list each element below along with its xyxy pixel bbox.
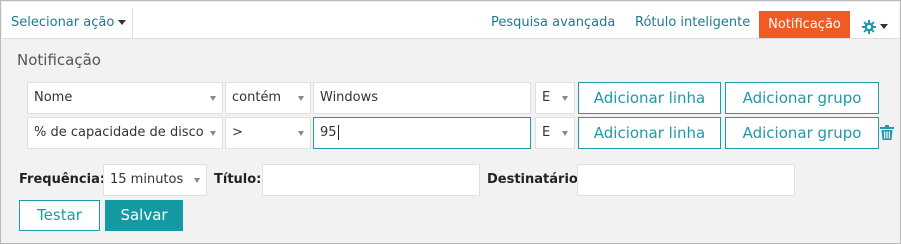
rule-1-conjunction-value: E — [542, 90, 551, 105]
rule-1-conjunction-select[interactable]: E — [535, 82, 575, 114]
tab-notification[interactable]: Notificação — [759, 11, 850, 38]
toolbar-divider — [132, 8, 133, 38]
caret-down-icon — [118, 20, 127, 25]
rule-2-conjunction-select[interactable]: E — [535, 117, 575, 149]
rule-1-value-input[interactable]: Windows — [313, 82, 531, 114]
add-group-button[interactable]: Adicionar grupo — [725, 117, 879, 149]
chevron-down-icon — [298, 131, 304, 136]
rule-2-operator-value: > — [232, 125, 243, 140]
rule-2-field-select[interactable]: % de capacidade de disco — [27, 117, 223, 149]
tab-advanced-search[interactable]: Pesquisa avançada — [491, 15, 615, 30]
frequency-value: 15 minutos — [110, 172, 184, 187]
delete-row-button[interactable] — [880, 125, 894, 144]
select-action-label: Selecionar ação — [11, 15, 115, 30]
chevron-down-icon — [210, 131, 216, 136]
recipient-label: Destinatário: — [487, 172, 584, 187]
chevron-down-icon — [210, 96, 216, 101]
frequency-label: Frequência: — [19, 172, 106, 187]
chevron-down-icon — [562, 96, 568, 101]
add-row-button[interactable]: Adicionar linha — [578, 117, 721, 149]
recipient-input[interactable] — [577, 164, 795, 196]
caret-down-icon — [880, 24, 888, 29]
add-group-button[interactable]: Adicionar grupo — [725, 82, 879, 114]
test-button[interactable]: Testar — [19, 200, 100, 231]
add-row-button[interactable]: Adicionar linha — [578, 82, 721, 114]
rule-1-field-value: Nome — [34, 90, 73, 105]
text-cursor — [337, 125, 339, 140]
rule-2-operator-select[interactable]: > — [225, 117, 311, 149]
rule-1-value-text: Windows — [320, 90, 379, 105]
chevron-down-icon — [562, 131, 568, 136]
frequency-select[interactable]: 15 minutos — [103, 164, 207, 196]
rule-1-field-select[interactable]: Nome — [27, 82, 223, 114]
rule-2-conjunction-value: E — [542, 125, 551, 140]
gear-icon — [862, 19, 876, 34]
rule-2-field-value: % de capacidade de disco — [34, 125, 204, 140]
tab-smart-label[interactable]: Rótulo inteligente — [635, 15, 750, 30]
trash-icon — [880, 125, 894, 140]
top-toolbar: Selecionar ação Pesquisa avançada Rótulo… — [2, 2, 899, 39]
rule-2-value-input[interactable]: 95 — [313, 117, 531, 149]
chevron-down-icon — [194, 178, 200, 183]
chevron-down-icon — [298, 96, 304, 101]
rule-2-value-text: 95 — [320, 125, 337, 140]
panel-title: Notificação — [17, 51, 101, 69]
settings-menu[interactable] — [862, 16, 888, 35]
save-button[interactable]: Salvar — [105, 200, 183, 231]
notification-panel: Selecionar ação Pesquisa avançada Rótulo… — [0, 0, 901, 244]
title-label: Título: — [214, 172, 262, 187]
rule-1-operator-value: contém — [232, 90, 282, 105]
select-action-dropdown[interactable]: Selecionar ação — [11, 15, 127, 30]
title-input[interactable] — [262, 164, 480, 196]
rule-1-operator-select[interactable]: contém — [225, 82, 311, 114]
